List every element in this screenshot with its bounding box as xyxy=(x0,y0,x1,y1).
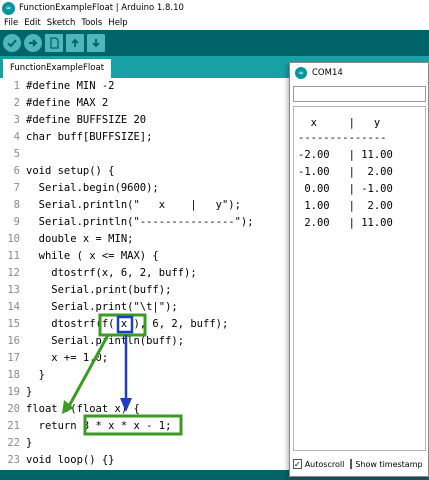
open-button[interactable] xyxy=(66,34,84,52)
line-number: 9 xyxy=(13,216,20,228)
line-number: 16 xyxy=(7,335,20,347)
autoscroll-checkbox[interactable]: ✓ xyxy=(293,459,302,469)
line-number-gutter: 1 2 3 4 5 6 7 8 9 10 11 12 13 14 15 16 1… xyxy=(0,78,22,470)
tab-functionexamplefloat[interactable]: FunctionExampleFloat xyxy=(3,59,112,78)
line-number: 18 xyxy=(7,369,20,381)
code-line: } xyxy=(26,369,45,381)
serial-output-line: 2.00 | 11.00 xyxy=(298,217,393,229)
code-line: Serial.print("\t|"); xyxy=(26,301,178,313)
code-line: return 3 * x * x - 1; xyxy=(26,420,172,432)
menu-help[interactable]: Help xyxy=(108,18,127,28)
serial-send-input[interactable] xyxy=(293,86,426,102)
menu-tools[interactable]: Tools xyxy=(81,18,102,28)
arduino-logo-icon: ∞ xyxy=(295,67,307,79)
open-icon xyxy=(71,38,79,47)
serial-monitor-window: ∞ COM14 x | y -------------- -2.00 | 11.… xyxy=(289,62,429,477)
line-number: 22 xyxy=(7,437,20,449)
line-number: 19 xyxy=(7,386,20,398)
serial-output-line: -------------- xyxy=(298,132,387,144)
save-icon xyxy=(92,39,100,48)
serial-output-area[interactable]: x | y -------------- -2.00 | 11.00 -1.00… xyxy=(293,106,426,451)
line-number: 7 xyxy=(13,182,20,194)
code-line: } xyxy=(26,386,33,398)
line-number: 23 xyxy=(7,454,20,466)
code-line: Serial.println(" x | y"); xyxy=(26,199,241,211)
line-number: 3 xyxy=(13,114,20,126)
code-line: x += 1.0; xyxy=(26,352,109,364)
line-number: 20 xyxy=(7,403,20,415)
code-line: #define MAX 2 xyxy=(26,97,109,109)
code-line: Serial.println(buff); xyxy=(26,335,185,347)
code-line: dtostrf(f( x ), 6, 2, buff); xyxy=(26,318,229,330)
code-line: float f(float x) { xyxy=(26,403,140,415)
code-line: Serial.println("---------------"); xyxy=(26,216,254,228)
line-number: 21 xyxy=(7,420,20,432)
code-line: Serial.print(buff); xyxy=(26,284,172,296)
serial-output-line: 0.00 | -1.00 xyxy=(298,183,393,195)
serial-monitor-title-bar: ∞ COM14 xyxy=(290,63,428,83)
code-line: #define MIN -2 xyxy=(26,80,115,92)
window-title: FunctionExampleFloat | Arduino 1.8.10 xyxy=(19,3,184,13)
code-line: dtostrf(x, 6, 2, buff); xyxy=(26,267,197,279)
code-line: } xyxy=(26,437,33,449)
code-line: double x = MIN; xyxy=(26,233,134,245)
code-line: Serial.begin(9600); xyxy=(26,182,159,194)
code-editor[interactable]: 1 2 3 4 5 6 7 8 9 10 11 12 13 14 15 16 1… xyxy=(0,78,300,470)
code-line: void setup() { xyxy=(26,165,115,177)
toolbar xyxy=(0,30,429,56)
upload-button[interactable] xyxy=(24,34,42,52)
line-number: 5 xyxy=(13,148,20,160)
menu-sketch[interactable]: Sketch xyxy=(47,18,76,28)
line-number: 17 xyxy=(7,352,20,364)
serial-monitor-footer: ✓ Autoscroll Show timestamp xyxy=(293,455,426,473)
show-timestamp-checkbox[interactable] xyxy=(350,459,353,469)
serial-output-line: -2.00 | 11.00 xyxy=(298,149,393,161)
title-bar: ∞ FunctionExampleFloat | Arduino 1.8.10 xyxy=(0,0,429,16)
menu-edit[interactable]: Edit xyxy=(24,18,40,28)
line-number: 8 xyxy=(13,199,20,211)
line-number: 15 xyxy=(7,318,20,330)
new-button[interactable] xyxy=(45,34,63,52)
line-number: 13 xyxy=(7,284,20,296)
serial-output-line: 1.00 | 2.00 xyxy=(298,200,393,212)
menu-file[interactable]: File xyxy=(4,18,18,28)
serial-output-line: -1.00 | 2.00 xyxy=(298,166,393,178)
upload-icon xyxy=(29,39,38,47)
autoscroll-label: Autoscroll xyxy=(304,459,345,469)
line-number: 12 xyxy=(7,267,20,279)
menu-bar: File Edit Sketch Tools Help xyxy=(0,16,429,30)
line-number: 4 xyxy=(13,131,20,143)
verify-button[interactable] xyxy=(3,34,21,52)
new-icon xyxy=(50,37,59,49)
code-line: #define BUFFSIZE 20 xyxy=(26,114,147,126)
line-number: 10 xyxy=(7,233,20,245)
line-number: 1 xyxy=(13,80,20,92)
line-number: 11 xyxy=(7,250,20,262)
serial-monitor-title: COM14 xyxy=(312,68,343,78)
show-timestamp-label: Show timestamp xyxy=(355,459,423,469)
serial-output-line: x | y xyxy=(298,117,381,129)
line-number: 2 xyxy=(13,97,20,109)
line-number: 6 xyxy=(13,165,20,177)
code-line: while ( x <= MAX) { xyxy=(26,250,159,262)
code-line: char buff[BUFFSIZE]; xyxy=(26,131,153,143)
line-number: 14 xyxy=(7,301,20,313)
arduino-logo-icon: ∞ xyxy=(2,1,15,15)
code-line: void loop() {} xyxy=(26,454,115,466)
verify-icon xyxy=(7,39,17,48)
save-button[interactable] xyxy=(87,34,105,52)
